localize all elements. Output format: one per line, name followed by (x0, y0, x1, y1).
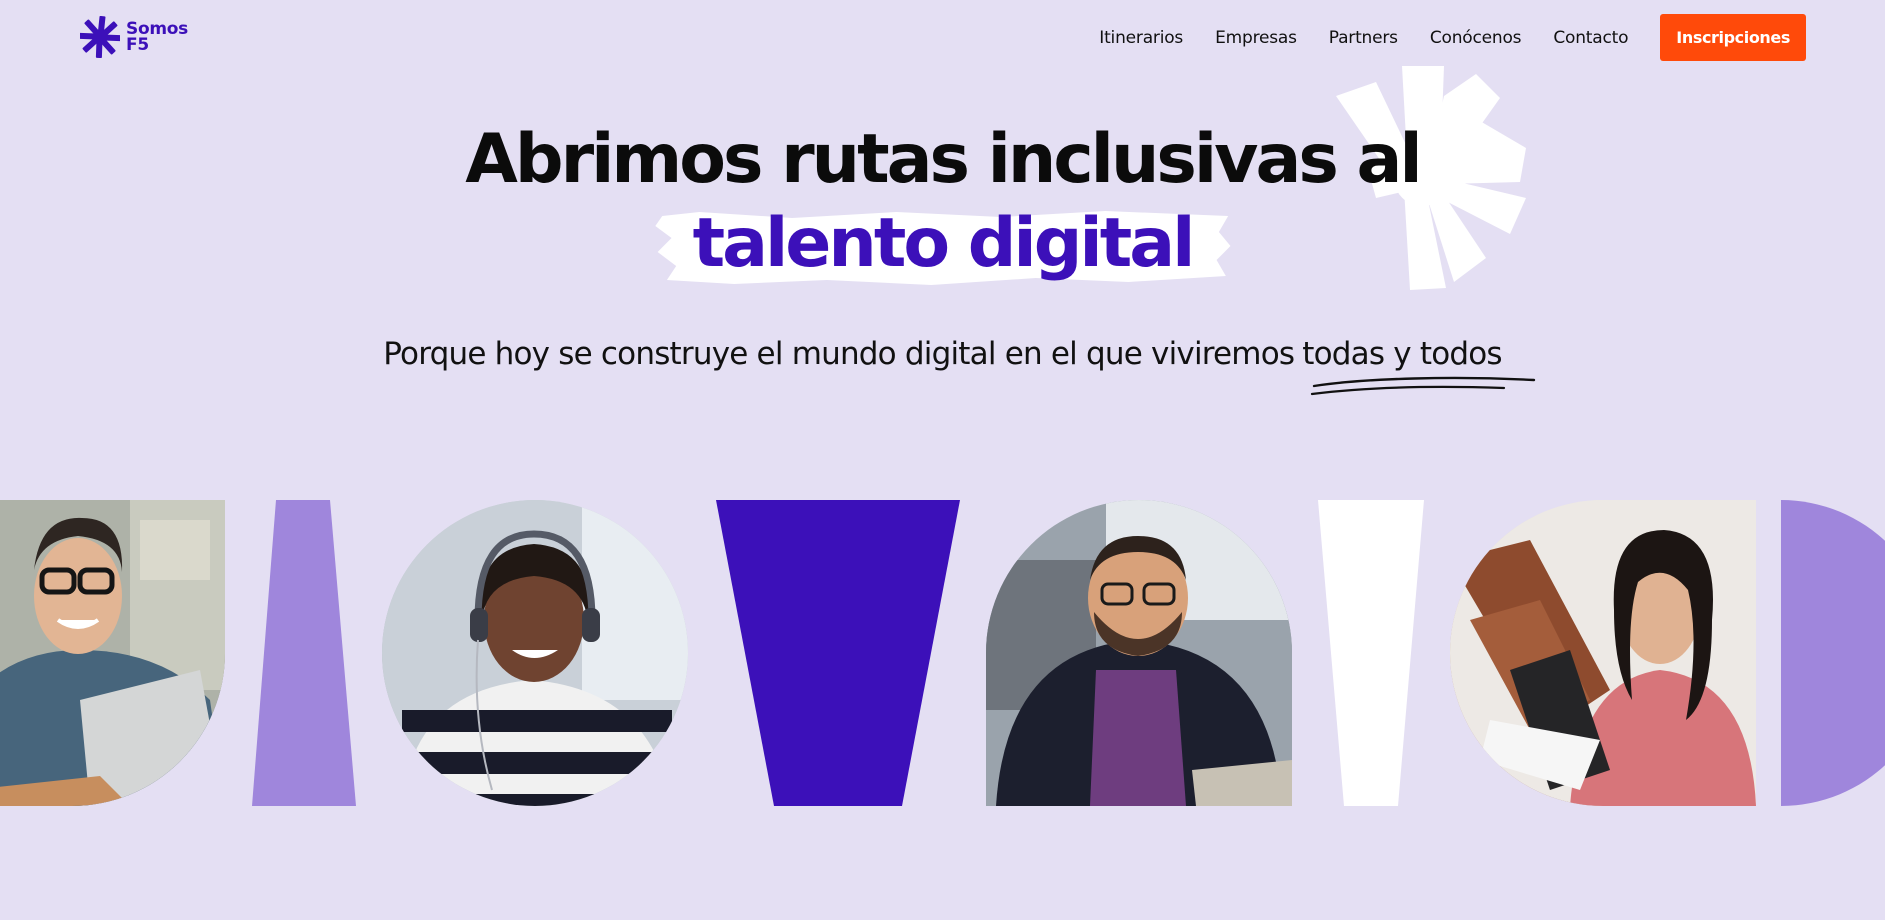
half-circle-lilac-icon (1781, 500, 1885, 806)
nav-partners[interactable]: Partners (1329, 28, 1398, 48)
photo-man-glasses (0, 500, 225, 806)
hero-subtitle-main: Porque hoy se construye el mundo digital… (383, 336, 1295, 372)
trapezoid-purple-icon (716, 500, 960, 806)
logo-text: Somos F5 (126, 19, 188, 55)
hero-title-highlight: talento digital (654, 202, 1231, 286)
nav-itinerarios[interactable]: Itinerarios (1099, 28, 1183, 48)
asterisk-logo-icon (80, 16, 120, 58)
hero-title-line1: Abrimos rutas inclusivas al (465, 120, 1422, 199)
main-nav: Itinerarios Empresas Partners Conócenos … (1099, 14, 1806, 61)
photo-woman-reading (1450, 500, 1756, 806)
hero-subtitle-highlight-text: todas y todos (1302, 336, 1502, 372)
nav-contacto[interactable]: Contacto (1553, 28, 1628, 48)
hero-subtitle: Porque hoy se construye el mundo digital… (0, 332, 1885, 396)
underline-swash-icon (1311, 376, 1536, 396)
nav-empresas[interactable]: Empresas (1215, 28, 1297, 48)
photo-woman-headset (382, 500, 688, 806)
person-woman-reading-icon (1450, 500, 1756, 806)
logo-link[interactable]: Somos F5 (80, 16, 190, 58)
photo-man-laptop (986, 500, 1292, 806)
hero-title-line2: talento digital (692, 204, 1196, 283)
hero-title: Abrimos rutas inclusivas al talento digi… (0, 118, 1885, 286)
trapezoid-white-icon (1318, 500, 1424, 806)
hero-subtitle-highlight: todas y todos (1302, 332, 1536, 396)
nav-conocenos[interactable]: Conócenos (1430, 28, 1522, 48)
gallery-strip (0, 500, 1885, 806)
trapezoid-lilac-icon (252, 500, 356, 806)
person-man-laptop-icon (986, 500, 1292, 806)
person-man-glasses-laptop-icon (0, 500, 225, 806)
person-woman-headset-icon (382, 500, 688, 806)
inscripciones-button[interactable]: Inscripciones (1660, 14, 1806, 61)
